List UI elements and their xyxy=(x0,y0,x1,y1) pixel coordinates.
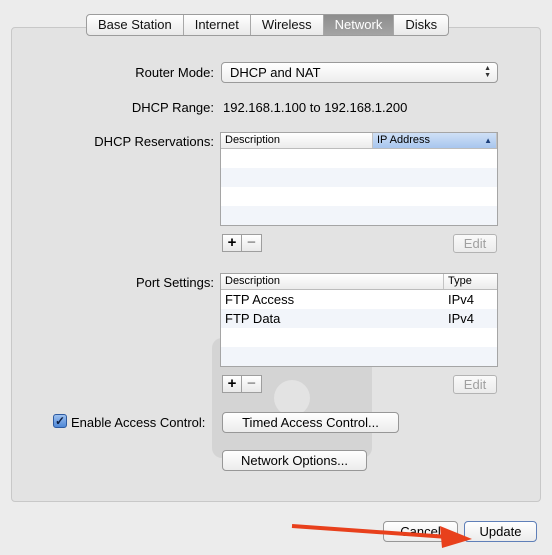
dhcp-reservations-label: DHCP Reservations: xyxy=(94,134,214,149)
table-row[interactable]: FTP Access IPv4 xyxy=(221,290,497,309)
column-description[interactable]: Description xyxy=(221,133,373,148)
row-type: IPv4 xyxy=(448,292,475,307)
reservations-add-remove: + − xyxy=(222,234,262,252)
row-description: FTP Access xyxy=(225,292,295,307)
updown-arrows-icon: ▲ ▼ xyxy=(484,65,491,79)
tab-disks[interactable]: Disks xyxy=(393,15,448,35)
tab-internet[interactable]: Internet xyxy=(182,15,250,35)
router-mode-select[interactable]: DHCP and NAT ▲ ▼ xyxy=(221,62,498,83)
tab-base-station[interactable]: Base Station xyxy=(87,15,183,35)
ports-add-remove: + − xyxy=(222,375,262,393)
timed-access-control-button[interactable]: Timed Access Control... xyxy=(222,412,399,433)
dhcp-reservations-table[interactable]: Description IP Address ▲ xyxy=(220,132,498,226)
table-header: Description IP Address ▲ xyxy=(221,133,497,149)
enable-access-control-label[interactable]: Enable Access Control: xyxy=(71,415,205,430)
dhcp-range-value: 192.168.1.100 to 192.168.1.200 xyxy=(223,100,408,115)
port-settings-label: Port Settings: xyxy=(135,275,214,290)
port-settings-table[interactable]: Description Type FTP Access IPv4 FTP Dat… xyxy=(220,273,498,367)
router-mode-label: Router Mode: xyxy=(135,65,214,80)
table-row xyxy=(221,347,497,366)
enable-access-control-checkbox[interactable]: ✓ xyxy=(53,414,67,428)
table-row[interactable]: FTP Data IPv4 xyxy=(221,309,497,328)
table-body: FTP Access IPv4 FTP Data IPv4 xyxy=(221,290,497,366)
table-header: Description Type xyxy=(221,274,497,290)
row-description: FTP Data xyxy=(225,311,281,326)
network-options-button[interactable]: Network Options... xyxy=(222,450,367,471)
checkmark-icon: ✓ xyxy=(54,414,66,428)
table-row xyxy=(221,206,497,225)
remove-reservation-button[interactable]: − xyxy=(242,234,262,252)
table-body xyxy=(221,149,497,225)
table-row xyxy=(221,149,497,168)
dhcp-range-label: DHCP Range: xyxy=(131,100,214,115)
sort-ascending-icon: ▲ xyxy=(484,136,492,145)
tab-network[interactable]: Network xyxy=(322,15,394,35)
table-row xyxy=(221,168,497,187)
column-description[interactable]: Description xyxy=(221,274,444,289)
column-ip-address-label: IP Address xyxy=(377,134,430,146)
column-type[interactable]: Type xyxy=(444,274,497,289)
router-mode-value: DHCP and NAT xyxy=(230,65,321,80)
table-row xyxy=(221,328,497,347)
tab-wireless[interactable]: Wireless xyxy=(249,15,323,35)
row-type: IPv4 xyxy=(448,311,475,326)
table-row xyxy=(221,187,497,206)
add-reservation-button[interactable]: + xyxy=(222,234,242,252)
red-arrow-icon xyxy=(291,524,472,548)
column-ip-address[interactable]: IP Address ▲ xyxy=(373,133,497,148)
edit-port-button[interactable]: Edit xyxy=(453,375,497,394)
add-port-button[interactable]: + xyxy=(222,375,242,393)
edit-reservation-button[interactable]: Edit xyxy=(453,234,497,253)
remove-port-button[interactable]: − xyxy=(242,375,262,393)
tab-bar: Base Station Internet Wireless Network D… xyxy=(86,14,450,36)
